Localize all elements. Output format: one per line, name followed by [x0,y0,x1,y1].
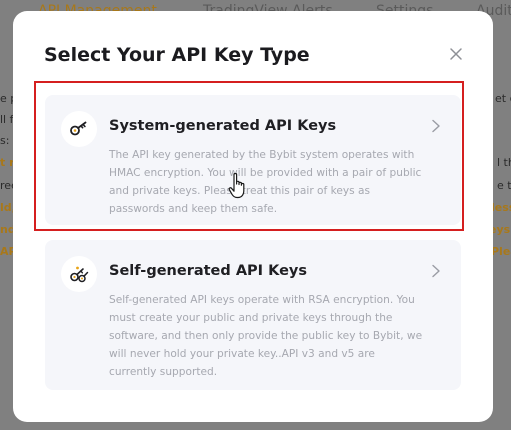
option-description: Self-generated API keys operate with RSA… [109,291,441,381]
option-self-generated[interactable]: Self-generated API Keys Self-generated A… [45,240,461,390]
keys-icon [61,256,97,292]
description-line: must create your public and private keys… [109,312,393,324]
hand-pointer-cursor-icon [228,172,245,199]
description-line: software, and then only provide the publ… [109,330,423,342]
background-text: Plea [491,245,511,258]
chevron-right-icon [432,264,440,278]
option-title: Self-generated API Keys [109,263,308,279]
background-text: et d [495,92,511,105]
description-line: Self-generated API keys operate with RSA… [109,294,415,306]
highlight-box [34,81,464,231]
background-text: s: [0,134,10,147]
description-line: currently supported. [109,366,218,378]
close-button[interactable] [445,43,467,65]
background-text: e th [497,179,511,192]
background-text: l th [497,156,511,169]
background-text: less [491,201,511,214]
modal-title: Select Your API Key Type [44,44,310,66]
close-icon [450,48,462,60]
description-line: will never hold your private key..API v3… [109,348,375,360]
